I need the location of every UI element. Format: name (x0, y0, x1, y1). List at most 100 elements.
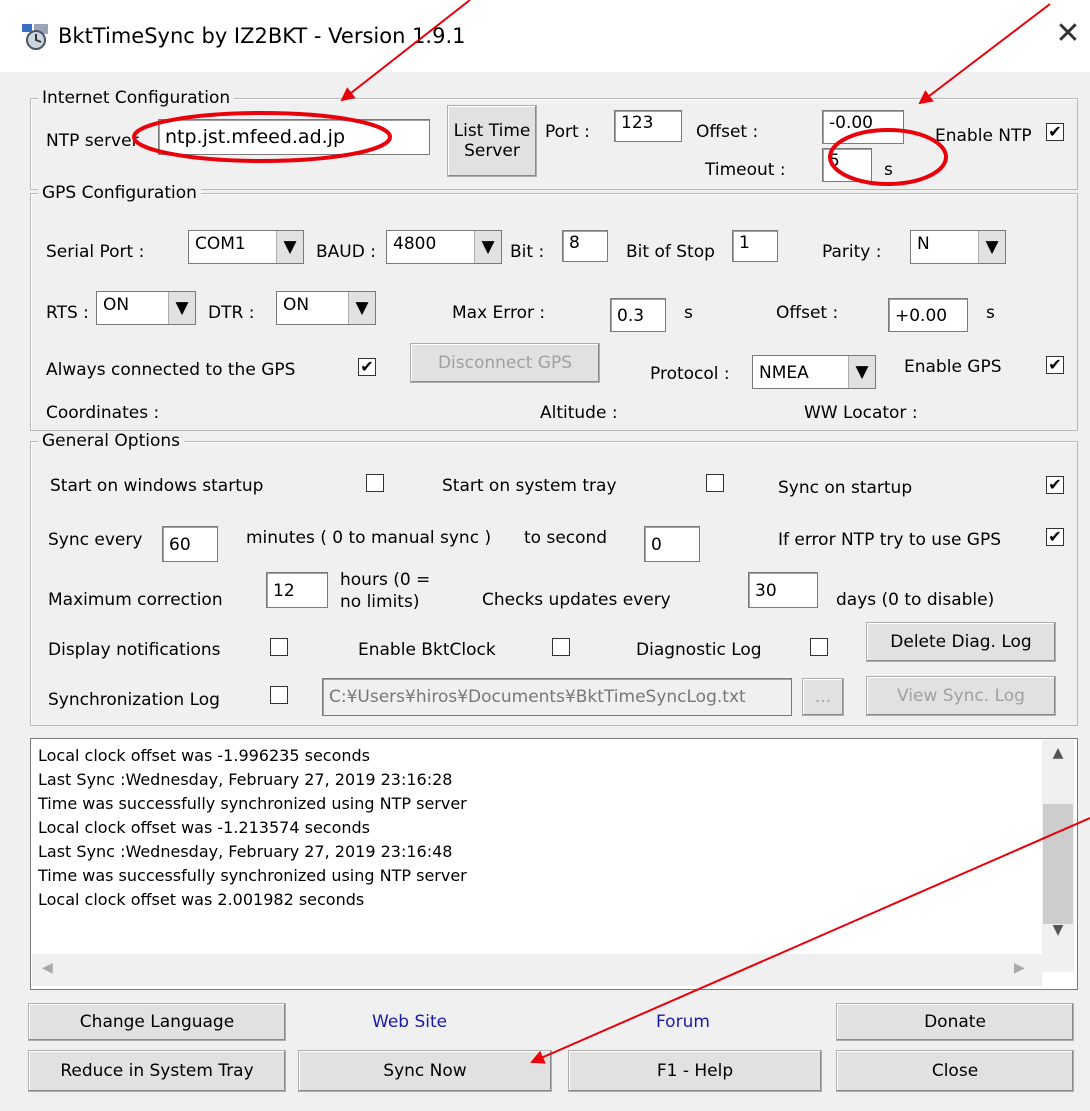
minutes-label: minutes ( 0 to manual sync ) (246, 528, 492, 548)
sync-every-label: Sync every (48, 530, 143, 550)
rts-label: RTS : (46, 303, 89, 323)
browse-button[interactable]: ... (802, 678, 844, 716)
scroll-left-icon[interactable]: ◀ (42, 960, 53, 976)
protocol-select[interactable]: NMEA ▼ (752, 355, 876, 389)
list-time-server-line1: List Time (453, 121, 531, 141)
parity-value: N (917, 234, 930, 254)
parity-label: Parity : (822, 242, 882, 262)
window-title: BktTimeSync by IZ2BKT - Version 1.9.1 (58, 24, 466, 48)
baud-select[interactable]: 4800 ▼ (386, 230, 502, 264)
max-error-label: Max Error : (452, 303, 546, 323)
checks-updates-input[interactable]: 30 (748, 572, 818, 608)
start-windows-checkbox[interactable] (366, 474, 384, 492)
log-line: Time was successfully synchronized using… (38, 794, 467, 813)
delete-diag-log-button[interactable]: Delete Diag. Log (866, 622, 1056, 662)
reduce-system-tray-button[interactable]: Reduce in System Tray (28, 1050, 286, 1092)
ww-locator-label: WW Locator : (804, 403, 918, 423)
parity-select[interactable]: N ▼ (910, 230, 1006, 264)
rts-value: ON (103, 295, 130, 315)
app-clock-icon (22, 24, 48, 50)
display-notifications-label: Display notifications (48, 640, 221, 660)
ntp-offset-label: Offset : (696, 122, 759, 142)
hours-label-line2: no limits) (340, 592, 420, 612)
error-ntp-gps-checkbox[interactable]: ✔ (1046, 528, 1064, 546)
enable-bktclock-label: Enable BktClock (358, 640, 496, 660)
diagnostic-log-checkbox[interactable] (810, 638, 828, 656)
to-second-label: to second (524, 528, 608, 548)
always-connected-checkbox[interactable]: ✔ (358, 358, 376, 376)
bit-label: Bit : (510, 242, 545, 262)
error-ntp-gps-label: If error NTP try to use GPS (778, 530, 1002, 550)
sync-startup-label: Sync on startup (778, 478, 913, 498)
dropdown-arrow-icon: ▼ (978, 231, 1005, 263)
max-error-input[interactable]: 0.3 (610, 298, 666, 332)
sync-log-path-input[interactable]: C:¥Users¥hiros¥Documents¥BktTimeSyncLog.… (322, 678, 792, 716)
log-text-area: Local clock offset was -1.996235 seconds… (38, 744, 1028, 912)
scroll-down-icon[interactable]: ▼ (1042, 922, 1074, 938)
dropdown-arrow-icon: ▼ (848, 356, 875, 388)
log-horizontal-scrollbar[interactable] (32, 954, 1042, 986)
sync-log-checkbox[interactable] (270, 686, 288, 704)
bit-input[interactable]: 8 (562, 230, 608, 262)
timeout-label: Timeout : (705, 160, 786, 180)
dtr-value: ON (283, 295, 310, 315)
sync-startup-checkbox[interactable]: ✔ (1046, 476, 1064, 494)
protocol-value: NMEA (759, 363, 809, 383)
close-icon[interactable]: ✕ (1052, 18, 1084, 50)
ntp-offset-input[interactable]: -0.00 (822, 110, 904, 144)
start-windows-label: Start on windows startup (50, 476, 264, 496)
f1-help-button[interactable]: F1 - Help (568, 1050, 822, 1092)
timeout-input[interactable]: 5 (822, 148, 872, 182)
max-correction-label: Maximum correction (48, 590, 223, 610)
view-sync-log-button[interactable]: View Sync. Log (866, 676, 1056, 716)
start-tray-checkbox[interactable] (706, 474, 724, 492)
altitude-label: Altitude : (540, 403, 618, 423)
port-input[interactable]: 123 (614, 110, 682, 142)
ntp-server-input[interactable]: ntp.jst.mfeed.ad.jp (158, 119, 430, 155)
days-label: days (0 to disable) (836, 590, 995, 610)
website-link[interactable]: Web Site (372, 1012, 447, 1032)
rts-select[interactable]: ON ▼ (96, 291, 196, 325)
forum-link[interactable]: Forum (656, 1012, 710, 1032)
checks-updates-label: Checks updates every (482, 590, 671, 610)
port-label: Port : (545, 122, 590, 142)
list-time-server-button[interactable]: List Time Server (447, 105, 537, 177)
coordinates-label: Coordinates : (46, 403, 160, 423)
sync-log-label: Synchronization Log (48, 690, 220, 710)
check-mark-icon: ✔ (360, 357, 374, 376)
gps-config-legend: GPS Configuration (38, 183, 201, 203)
protocol-label: Protocol : (650, 364, 730, 384)
serial-port-select[interactable]: COM1 ▼ (188, 230, 304, 264)
log-line: Local clock offset was -1.213574 seconds (38, 818, 370, 837)
enable-bktclock-checkbox[interactable] (552, 638, 570, 656)
enable-gps-checkbox[interactable]: ✔ (1046, 356, 1064, 374)
disconnect-gps-button[interactable]: Disconnect GPS (410, 343, 600, 383)
log-line: Last Sync :Wednesday, February 27, 2019 … (38, 842, 453, 861)
enable-ntp-checkbox[interactable]: ✔ (1046, 123, 1064, 141)
sync-every-input[interactable]: 60 (162, 526, 218, 562)
scroll-right-icon[interactable]: ▶ (1014, 960, 1025, 976)
sync-now-button[interactable]: Sync Now (298, 1050, 552, 1092)
serial-port-label: Serial Port : (46, 242, 145, 262)
baud-label: BAUD : (316, 242, 376, 262)
dropdown-arrow-icon: ▼ (348, 292, 375, 324)
log-line: Last Sync :Wednesday, February 27, 2019 … (38, 770, 453, 789)
dtr-select[interactable]: ON ▼ (276, 291, 376, 325)
dropdown-arrow-icon: ▼ (474, 231, 501, 263)
donate-button[interactable]: Donate (836, 1003, 1074, 1041)
always-connected-label: Always connected to the GPS (46, 360, 296, 380)
dtr-label: DTR : (208, 303, 255, 323)
close-button[interactable]: Close (836, 1050, 1074, 1092)
to-second-input[interactable]: 0 (644, 526, 700, 562)
dropdown-arrow-icon: ▼ (168, 292, 195, 324)
gps-offset-unit: s (986, 303, 995, 323)
max-correction-input[interactable]: 12 (266, 572, 328, 608)
gps-offset-input[interactable]: +0.00 (888, 298, 968, 332)
display-notifications-checkbox[interactable] (270, 638, 288, 656)
log-scrollbar-thumb[interactable] (1043, 804, 1073, 924)
check-mark-icon: ✔ (1048, 355, 1062, 374)
start-tray-label: Start on system tray (442, 476, 617, 496)
bit-of-stop-input[interactable]: 1 (732, 230, 778, 262)
scroll-up-icon[interactable]: ▲ (1042, 745, 1074, 761)
change-language-button[interactable]: Change Language (28, 1003, 286, 1041)
